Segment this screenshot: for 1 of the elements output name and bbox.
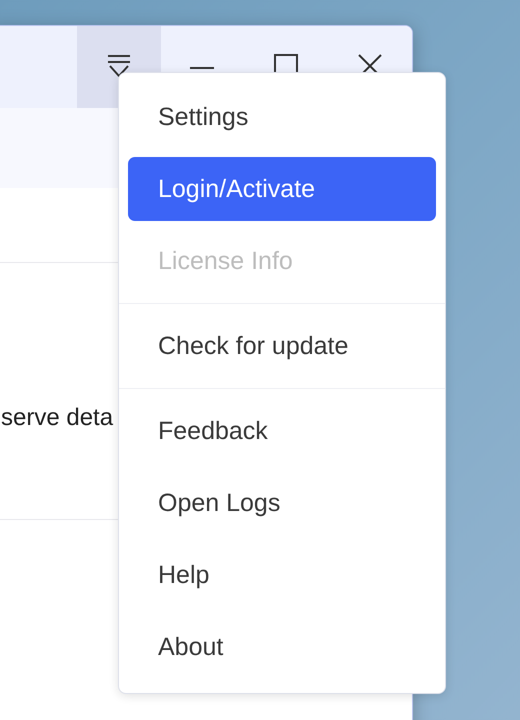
body-text: serve deta	[1, 403, 114, 433]
